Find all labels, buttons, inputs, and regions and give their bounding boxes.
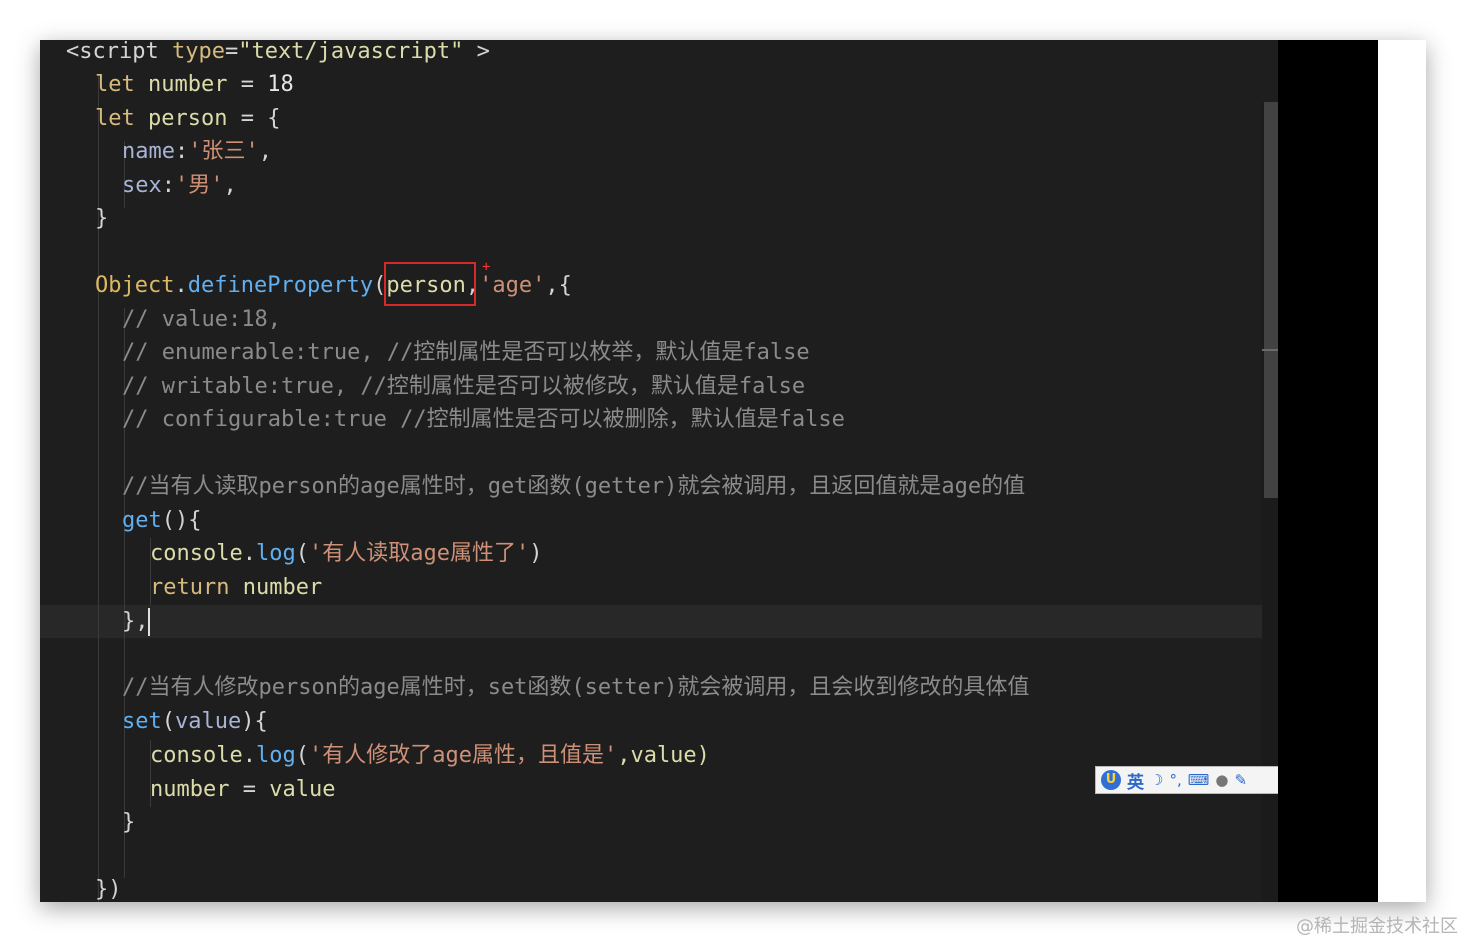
token-punctuation: ,{ [545, 273, 572, 298]
code-line-comment-enumerable: // enumerable:true, //控制属性是否可以枚举，默认值是fal… [122, 340, 810, 365]
token-tag-close: > [463, 40, 490, 64]
token-object: console [150, 743, 243, 768]
text-cursor [148, 608, 150, 636]
token-keyword: let [95, 72, 135, 97]
token-identifier: number [148, 72, 228, 97]
token-attr: type [171, 40, 225, 64]
token-string: '有人读取age属性了' [308, 541, 530, 566]
token-paren: ) [529, 541, 543, 566]
code-line-set-close: } [122, 806, 135, 840]
watermark: @稀土掘金技术社区 [1296, 916, 1458, 937]
token-identifier: value [269, 777, 336, 802]
red-highlight-box [384, 262, 476, 306]
token-string: '张三' [188, 139, 259, 164]
code-line-console-log-set: console.log('有人修改了age属性，且值是',value) [150, 739, 710, 773]
token-function: set [122, 709, 162, 734]
scroll-position-marker [1262, 349, 1278, 351]
token-comma: , [223, 173, 237, 198]
token-punctuation: }) [95, 877, 122, 902]
code-line-comment-writable: // writable:true, //控制属性是否可以被修改，默认值是fals… [122, 374, 806, 399]
token-punctuation: } [95, 206, 109, 231]
token-dot: . [174, 273, 188, 298]
token-property: sex [122, 173, 162, 198]
white-side-strip [1378, 40, 1426, 902]
dark-side-panel [1278, 40, 1378, 902]
code-line-return: return number [150, 571, 322, 605]
code-line-let-number: let number = 18 [95, 68, 294, 102]
token-string: '男' [175, 173, 224, 198]
token-eq: = [224, 40, 239, 64]
code-line-comment-getter: //当有人读取person的age属性时，get函数(getter)就会被调用，… [122, 474, 1026, 499]
token-colon: : [161, 173, 175, 198]
token-eq: = [227, 72, 268, 97]
token-method: log [255, 541, 296, 566]
code-line-name-prop: name:'张三', [122, 135, 272, 169]
token-punctuation: ,value) [617, 743, 710, 768]
token-method: defineProperty [187, 273, 374, 298]
token-identifier: number [229, 575, 323, 600]
code-line-comment-value: // value:18, [122, 307, 281, 332]
moon-icon[interactable]: ☽ [1150, 771, 1163, 789]
token-identifier: number [150, 777, 230, 802]
scrollbar-thumb[interactable] [1264, 102, 1278, 498]
token-colon: : [174, 139, 189, 164]
token-punctuation: } [122, 810, 136, 835]
token-function: get [122, 508, 162, 533]
token-paren: ( [295, 541, 309, 566]
token-property: name [122, 139, 175, 164]
code-line-comment-setter: //当有人修改person的age属性时，set函数(setter)就会被调用，… [122, 675, 1030, 700]
token-punctuation: (){ [161, 508, 202, 533]
user-icon[interactable]: ● [1215, 771, 1228, 789]
token-dot: . [242, 541, 256, 566]
wrench-icon[interactable]: ✎ [1234, 771, 1247, 789]
token-comma: , [258, 139, 272, 164]
code-line-get-close: }, [122, 605, 149, 639]
red-plus-mark: + [482, 259, 491, 275]
token-tag: <script [66, 40, 159, 64]
token-attr-value: "text/javascript" [238, 40, 464, 64]
token-method: log [255, 743, 296, 768]
ime-logo-icon[interactable]: U [1101, 770, 1121, 790]
ime-toolbar[interactable]: U 英 ☽ °, ⌨ ● ✎ [1095, 766, 1278, 794]
code-line-define-property: Object.defineProperty(person,'age',{ [95, 269, 572, 303]
token-punctuation: }, [122, 609, 149, 634]
token-paren: ( [295, 743, 309, 768]
code-line-set: set(value){ [122, 705, 268, 739]
screenshot-frame: <script type="text/javascript" > let num… [40, 40, 1426, 902]
token-keyword: let [95, 106, 135, 131]
code-line-let-person: let person = { [95, 102, 280, 136]
current-line-highlight [40, 605, 1278, 638]
code-line-comment-configurable: // configurable:true //控制属性是否可以被删除，默认值是f… [122, 407, 845, 432]
token-eq: = [229, 777, 270, 802]
token-object: Object [95, 273, 175, 298]
punctuation-icon[interactable]: °, [1169, 771, 1181, 789]
code-line-get: get(){ [122, 504, 202, 538]
token-string: 'age' [479, 273, 546, 298]
keyboard-icon[interactable]: ⌨ [1188, 771, 1210, 789]
token-paren: ( [161, 709, 175, 734]
code-line-assign: number = value [150, 773, 335, 807]
token-string: '有人修改了age属性，且值是' [308, 743, 618, 768]
token-punctuation: = { [227, 106, 281, 131]
token-param: value [175, 709, 242, 734]
token-identifier: person [148, 106, 228, 131]
token-number: 18 [267, 72, 294, 97]
indent-guide [98, 74, 99, 902]
code-line-console-log-get: console.log('有人读取age属性了') [150, 537, 542, 571]
token-keyword: return [150, 575, 230, 600]
token-dot: . [242, 743, 256, 768]
code-line-close-brace: } [95, 202, 108, 236]
ime-language-toggle[interactable]: 英 [1127, 768, 1144, 793]
code-line-sex-prop: sex:'男', [122, 169, 237, 203]
code-editor[interactable]: <script type="text/javascript" > let num… [40, 40, 1278, 902]
code-line-script-open: <script type="text/javascript" > [66, 40, 490, 69]
code-line-define-close: }) [95, 873, 122, 902]
token-punctuation: ){ [241, 709, 268, 734]
token-object: console [150, 541, 243, 566]
